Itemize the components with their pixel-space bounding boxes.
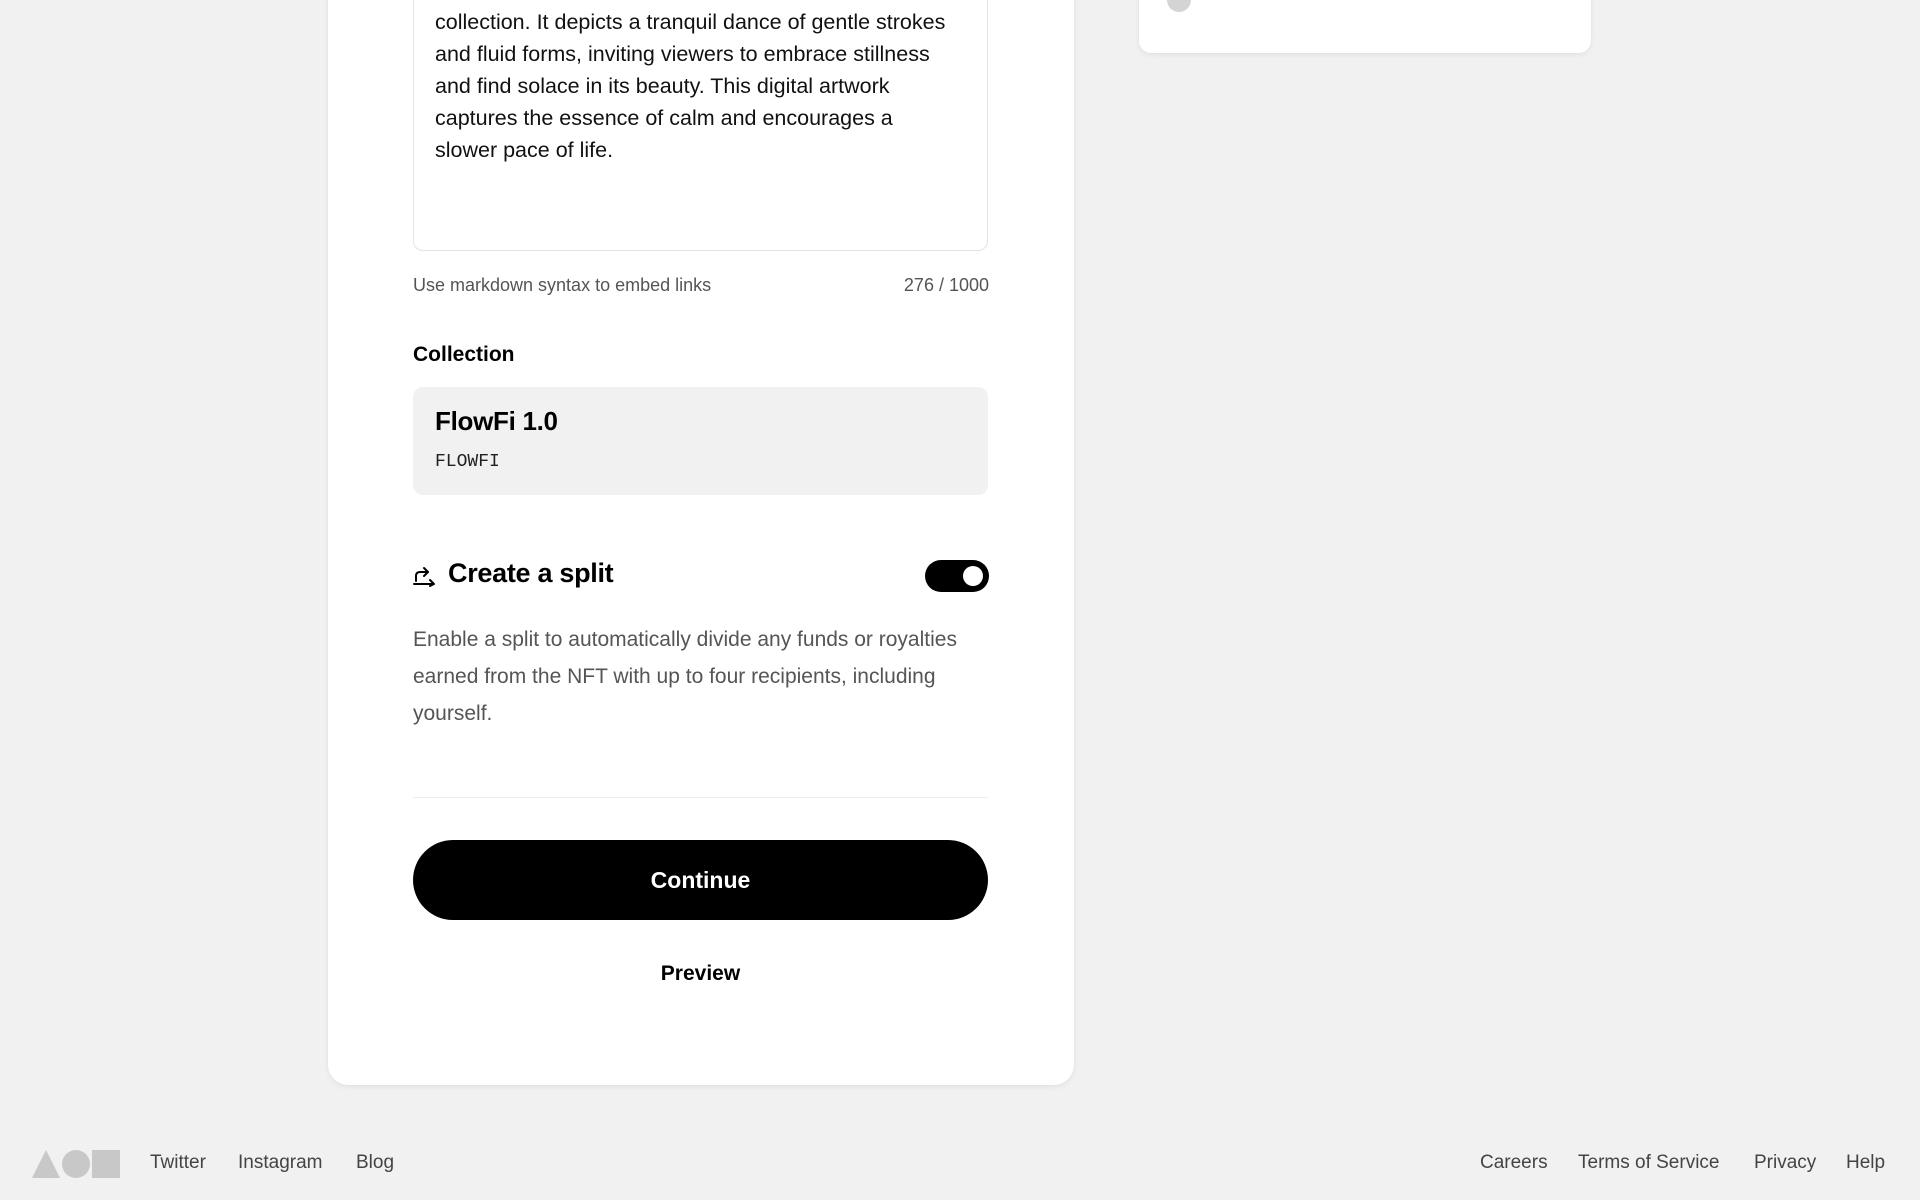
collection-name: FlowFi 1.0	[435, 406, 558, 436]
footer-link-help[interactable]: Help	[1846, 1152, 1885, 1174]
footer-link-twitter[interactable]: Twitter	[150, 1152, 206, 1174]
preview-button[interactable]: Preview	[613, 958, 788, 990]
collection-label: Collection	[413, 343, 515, 366]
footer-link-privacy[interactable]: Privacy	[1754, 1152, 1816, 1174]
collection-symbol: FLOWFI	[435, 452, 500, 472]
toggle-knob	[963, 566, 983, 586]
footer-link-careers[interactable]: Careers	[1480, 1152, 1548, 1174]
collection-selector[interactable]	[413, 387, 988, 495]
logo-icon	[32, 1150, 120, 1178]
split-description: Enable a split to automatically divide a…	[413, 628, 957, 725]
description-text[interactable]: collection. It depicts a tranquil dance …	[435, 6, 955, 166]
markdown-hint: Use markdown syntax to embed links	[413, 275, 712, 295]
divider	[413, 797, 988, 798]
footer-link-terms[interactable]: Terms of Service	[1578, 1152, 1719, 1174]
footer-link-blog[interactable]: Blog	[356, 1152, 394, 1174]
footer-link-instagram[interactable]: Instagram	[238, 1152, 322, 1174]
create-split-title: Create a split	[448, 558, 614, 588]
character-count: 276 / 1000	[903, 275, 989, 295]
status-dot	[1167, 0, 1191, 12]
continue-button[interactable]: Continue	[413, 840, 988, 920]
split-arrow-icon	[413, 567, 435, 587]
split-toggle[interactable]	[925, 560, 989, 592]
side-panel-card	[1139, 0, 1591, 53]
